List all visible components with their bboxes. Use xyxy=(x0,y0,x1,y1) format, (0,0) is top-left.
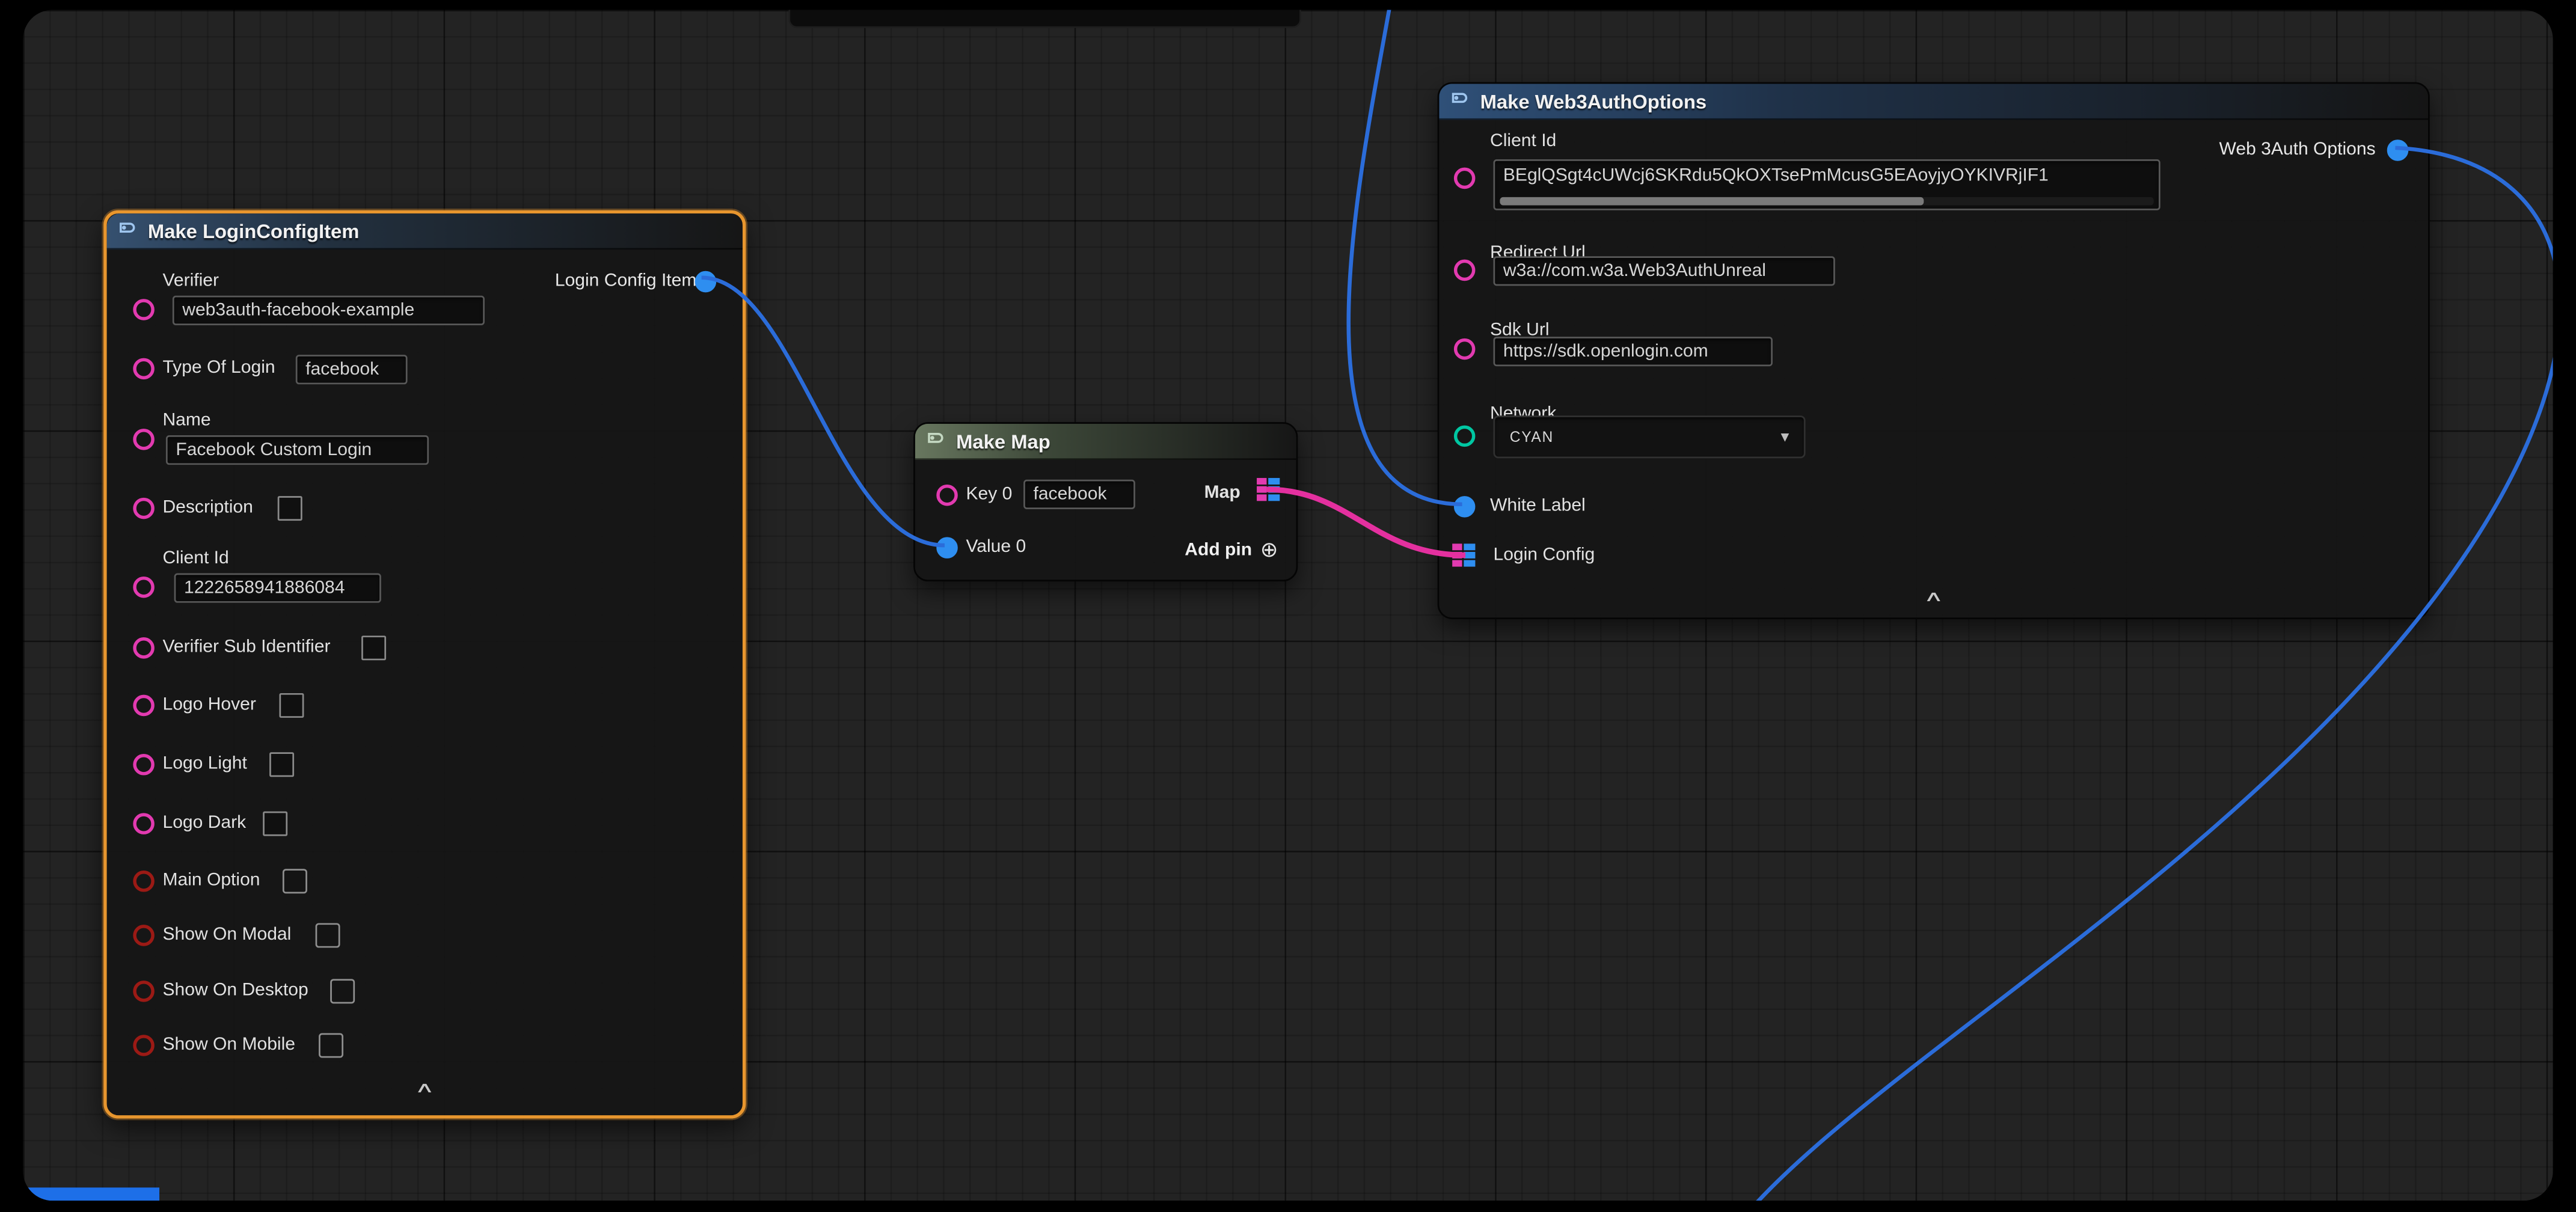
pin-label-value-0: Value 0 xyxy=(966,537,1026,557)
pin-label-white-label: White Label xyxy=(1490,496,1586,516)
pin-logo-light[interactable] xyxy=(133,754,155,776)
pin-label-description: Description xyxy=(162,498,253,518)
pin-network[interactable] xyxy=(1454,426,1476,447)
field-description[interactable] xyxy=(278,496,302,521)
pin-name[interactable] xyxy=(133,429,155,450)
node-header-make-map[interactable]: Make Map xyxy=(915,424,1296,460)
pin-white-label[interactable] xyxy=(1454,496,1476,518)
pin-client-id[interactable] xyxy=(133,577,155,598)
collapse-chevron-icon[interactable]: ∧ xyxy=(23,1079,1028,1097)
pin-verifier-sub-identifier[interactable] xyxy=(133,637,155,659)
output-pin-label: Login Config Item xyxy=(555,271,697,291)
field-logo-dark[interactable] xyxy=(263,812,287,836)
pin-logo-hover[interactable] xyxy=(133,695,155,717)
pin-label-logo-hover: Logo Hover xyxy=(162,695,256,715)
field-logo-hover[interactable] xyxy=(279,693,304,718)
add-pin-label: Add pin xyxy=(1185,539,1252,559)
pin-sdk-url[interactable] xyxy=(1454,338,1476,360)
field-name[interactable]: Facebook Custom Login xyxy=(166,435,429,465)
output-pin-web3auth-options[interactable] xyxy=(2387,139,2409,161)
node-make-map[interactable]: Make Map Key 0 facebook Map Value 0 Add … xyxy=(913,422,1298,581)
pin-verifier[interactable] xyxy=(133,299,155,320)
field-verifier-sub-identifier[interactable] xyxy=(361,635,386,660)
pin-logo-dark[interactable] xyxy=(133,813,155,834)
field-type-of-login[interactable]: facebook xyxy=(296,355,408,384)
pin-key-0[interactable] xyxy=(936,485,958,506)
checkbox-show-on-mobile[interactable] xyxy=(319,1033,343,1057)
make-struct-icon xyxy=(1450,86,1470,115)
pin-type-of-login[interactable] xyxy=(133,358,155,380)
node-make-loginconfigitem[interactable]: Make LoginConfigItem Login Config Item V… xyxy=(103,210,746,1119)
pin-label-show-on-desktop: Show On Desktop xyxy=(162,981,308,1000)
field-client-id[interactable]: BEglQSgt4cUWcj6SKRdu5QkOXTsePmMcusG5EAoy… xyxy=(1493,159,2160,210)
field-key-0[interactable]: facebook xyxy=(1023,480,1135,509)
pin-label-main-option: Main Option xyxy=(162,871,260,890)
pin-show-on-mobile[interactable] xyxy=(133,1035,155,1056)
offscreen-blue-element xyxy=(23,1187,159,1201)
add-pin-plus-icon: ⊕ xyxy=(1260,539,1278,560)
pin-label-key-0: Key 0 xyxy=(966,485,1012,504)
output-pin-label: Map xyxy=(1204,483,1240,503)
pin-label-login-config: Login Config xyxy=(1493,545,1595,565)
pin-main-option[interactable] xyxy=(133,871,155,892)
make-struct-icon xyxy=(118,216,138,245)
checkbox-main-option[interactable] xyxy=(283,869,307,893)
pin-label-verifier: Verifier xyxy=(162,271,219,291)
field-scrollbar-thumb[interactable] xyxy=(1500,197,1924,206)
pin-label-client-id: Client Id xyxy=(162,549,228,569)
chevron-down-icon: ▾ xyxy=(1781,428,1789,446)
blueprint-graph-canvas[interactable]: Make LoginConfigItem Login Config Item V… xyxy=(23,10,2553,1201)
output-pin-map[interactable] xyxy=(1257,478,1281,503)
node-title: Make Web3AuthOptions xyxy=(1480,90,1707,112)
pin-value-0[interactable] xyxy=(936,537,958,559)
pin-description[interactable] xyxy=(133,498,155,519)
field-client-id[interactable]: 1222658941886084 xyxy=(174,574,381,603)
pin-login-config[interactable] xyxy=(1452,543,1477,568)
offscreen-node-partial xyxy=(788,10,1301,28)
make-map-icon xyxy=(927,426,946,456)
output-pin-label: Web 3Auth Options xyxy=(2219,139,2376,159)
field-client-id-text: BEglQSgt4cUWcj6SKRdu5QkOXTsePmMcusG5EAoy… xyxy=(1503,166,2049,186)
node-title: Make Map xyxy=(956,429,1050,452)
field-sdk-url[interactable]: https://sdk.openlogin.com xyxy=(1493,337,1772,366)
network-dropdown[interactable]: CYAN ▾ xyxy=(1493,415,1805,458)
pin-label-client-id: Client Id xyxy=(1490,132,1556,152)
output-pin-login-config-item[interactable] xyxy=(695,271,717,293)
node-header-make-loginconfigitem[interactable]: Make LoginConfigItem xyxy=(107,213,743,249)
field-scrollbar-track[interactable] xyxy=(1500,197,2153,206)
field-verifier[interactable]: web3auth-facebook-example xyxy=(173,296,485,325)
node-header-make-web3authoptions[interactable]: Make Web3AuthOptions xyxy=(1439,84,2428,120)
pin-label-type-of-login: Type Of Login xyxy=(162,358,275,378)
pin-label-logo-light: Logo Light xyxy=(162,754,247,774)
collapse-chevron-icon[interactable]: ∧ xyxy=(994,588,2553,606)
pin-show-on-desktop[interactable] xyxy=(133,981,155,1002)
checkbox-show-on-modal[interactable] xyxy=(316,923,340,947)
pin-label-show-on-modal: Show On Modal xyxy=(162,925,291,944)
pin-client-id[interactable] xyxy=(1454,168,1476,189)
pin-label-show-on-mobile: Show On Mobile xyxy=(162,1035,295,1054)
field-logo-light[interactable] xyxy=(269,752,294,777)
network-dropdown-value: CYAN xyxy=(1510,429,1554,445)
pin-label-verifier-sub-identifier: Verifier Sub Identifier xyxy=(162,637,330,657)
pin-label-logo-dark: Logo Dark xyxy=(162,813,246,833)
blueprint-editor-stage: Make LoginConfigItem Login Config Item V… xyxy=(0,0,2576,1212)
node-title: Make LoginConfigItem xyxy=(148,219,360,242)
field-redirect-url[interactable]: w3a://com.w3a.Web3AuthUnreal xyxy=(1493,256,1835,286)
pin-label-name: Name xyxy=(162,411,210,430)
checkbox-show-on-desktop[interactable] xyxy=(330,979,355,1003)
add-pin-button[interactable]: Add pin ⊕ xyxy=(1185,539,1278,560)
pin-redirect-url[interactable] xyxy=(1454,260,1476,281)
pin-show-on-modal[interactable] xyxy=(133,925,155,946)
node-make-web3authoptions[interactable]: Make Web3AuthOptions Web 3Auth Options C… xyxy=(1438,82,2430,619)
